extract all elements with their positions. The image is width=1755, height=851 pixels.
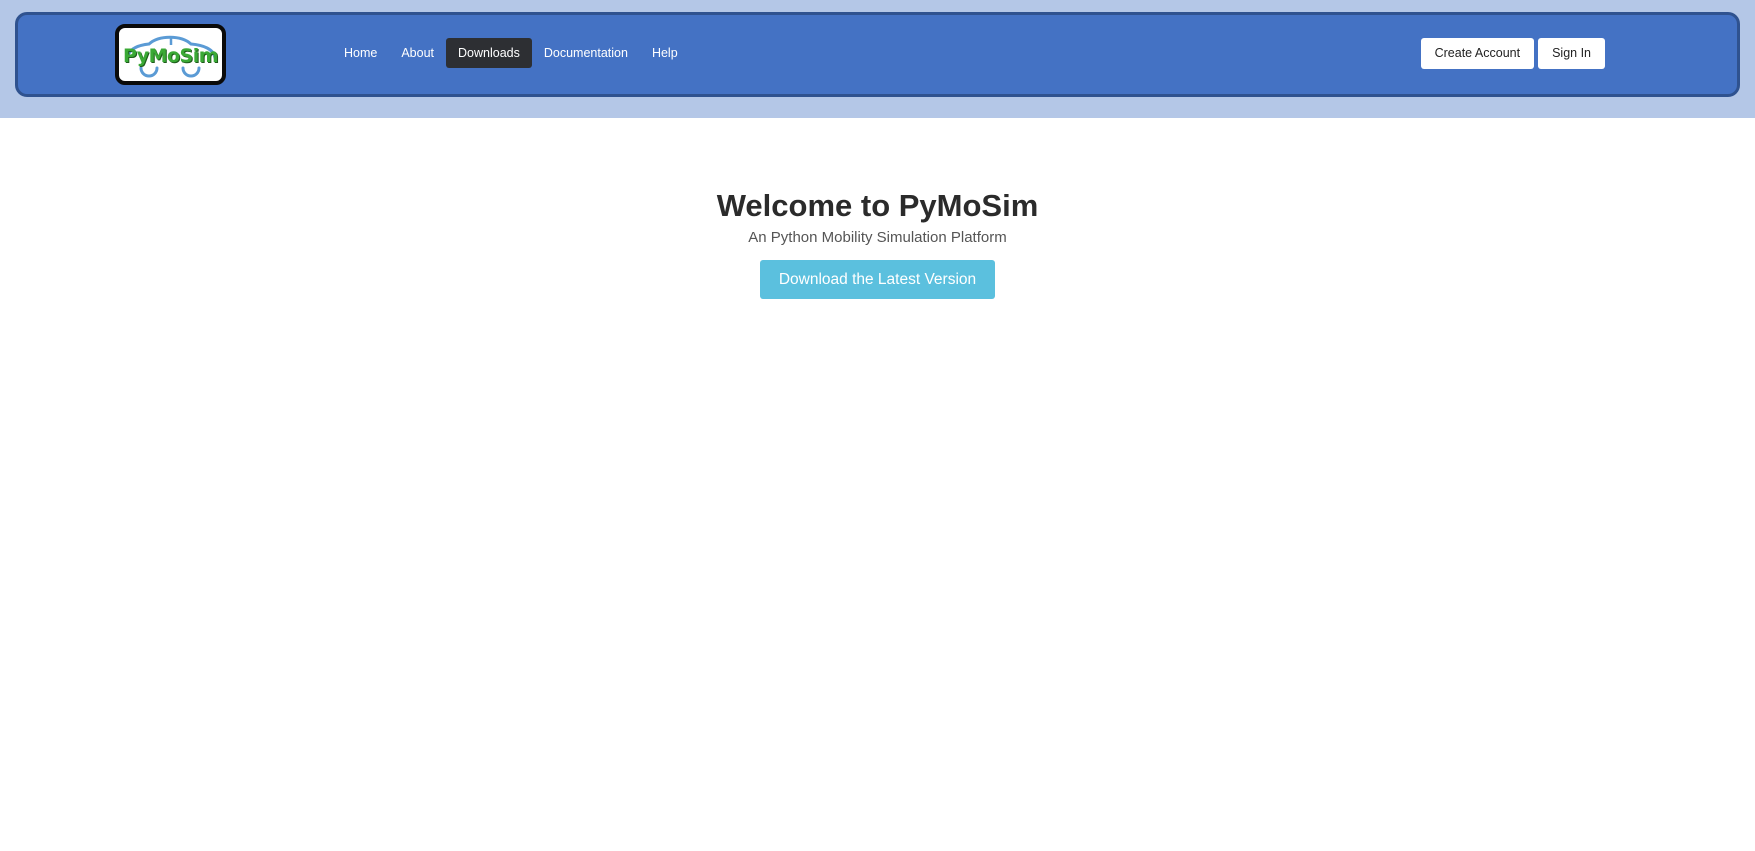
main-nav: Home About Downloads Documentation Help [332,38,690,68]
page-title: Welcome to PyMoSim [716,188,1039,223]
nav-help[interactable]: Help [640,38,690,68]
page-subtitle: An Python Mobility Simulation Platform [748,229,1007,246]
sign-in-button[interactable]: Sign In [1538,38,1605,69]
create-account-button[interactable]: Create Account [1420,38,1535,69]
nav-home[interactable]: Home [332,38,389,68]
download-latest-button[interactable]: Download the Latest Version [759,260,996,299]
hero-section: Welcome to PyMoSim An Python Mobility Si… [0,186,1755,299]
auth-buttons: Create Account Sign In [1420,38,1605,69]
brand-logo[interactable]: PyMoSim [115,24,226,85]
nav-about[interactable]: About [389,38,446,68]
logo-text: PyMoSim [122,45,219,67]
nav-documentation[interactable]: Documentation [532,38,640,68]
header-band: PyMoSim Home About Downloads Documentati… [0,0,1755,118]
navbar: PyMoSim Home About Downloads Documentati… [15,12,1740,97]
nav-downloads[interactable]: Downloads [446,38,532,68]
